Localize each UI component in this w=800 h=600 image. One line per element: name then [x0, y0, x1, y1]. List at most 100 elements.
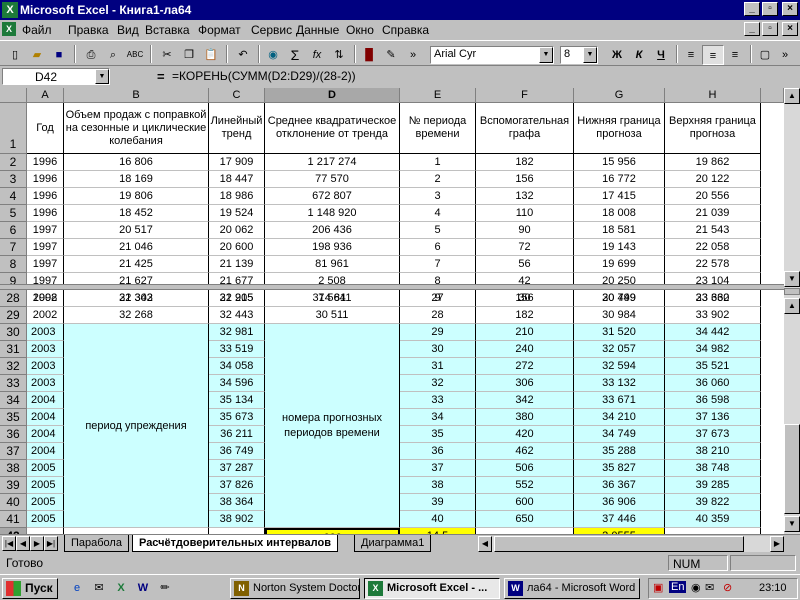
- row-header[interactable]: 34: [0, 392, 27, 409]
- save-icon[interactable]: ■: [48, 45, 70, 65]
- table-cell[interactable]: 420: [476, 426, 574, 443]
- table-cell[interactable]: 38 748: [665, 460, 761, 477]
- column-title-d[interactable]: Среднее квадратическое отклонение от тре…: [265, 103, 400, 154]
- table-cell[interactable]: 20 600: [209, 239, 265, 256]
- next-sheet-icon[interactable]: ▶: [30, 536, 44, 551]
- table-cell[interactable]: 37 287: [209, 460, 265, 477]
- scroll-left-icon[interactable]: ◀: [478, 536, 492, 552]
- table-cell[interactable]: 31 343: [64, 290, 209, 307]
- chart-wizard-icon[interactable]: ▐▌: [358, 45, 380, 65]
- menu-edit[interactable]: Правка: [68, 23, 109, 37]
- table-cell[interactable]: 34 749: [574, 426, 665, 443]
- table-cell[interactable]: 39 822: [665, 494, 761, 511]
- table-cell[interactable]: 2: [400, 171, 476, 188]
- preview-icon[interactable]: ⌕: [102, 45, 124, 65]
- table-cell[interactable]: 156: [476, 171, 574, 188]
- table-cell[interactable]: 40 359: [665, 511, 761, 528]
- doc-close-button[interactable]: ×: [782, 22, 798, 36]
- table-cell[interactable]: 30 449: [574, 290, 665, 307]
- row-header[interactable]: 29: [0, 307, 27, 324]
- tab-chart1[interactable]: Диаграмма1: [354, 535, 432, 552]
- merged-cell-forecast-numbers[interactable]: номера прогнозных периодов времени: [265, 324, 400, 528]
- table-cell[interactable]: 30 984: [574, 307, 665, 324]
- table-cell[interactable]: 1996: [27, 171, 64, 188]
- table-cell[interactable]: 17 415: [574, 188, 665, 205]
- row-header[interactable]: 4: [0, 188, 27, 205]
- row-header[interactable]: 7: [0, 239, 27, 256]
- menu-format[interactable]: Формат: [198, 23, 241, 37]
- sort-icon[interactable]: ⇅: [328, 45, 350, 65]
- table-cell[interactable]: 36 598: [665, 392, 761, 409]
- table-cell[interactable]: 20 062: [209, 222, 265, 239]
- table-cell[interactable]: 650: [476, 511, 574, 528]
- workbook-icon[interactable]: X: [2, 22, 16, 36]
- merged-cell-forecast-period[interactable]: период упреждения: [64, 324, 209, 528]
- menu-view[interactable]: Вид: [117, 23, 139, 37]
- table-cell[interactable]: 600: [476, 494, 574, 511]
- table-cell[interactable]: 33 519: [209, 341, 265, 358]
- col-header-c[interactable]: C: [209, 88, 265, 103]
- more-buttons-icon[interactable]: »: [402, 45, 424, 65]
- table-cell[interactable]: 2005: [27, 494, 64, 511]
- table-cell[interactable]: 2002: [27, 307, 64, 324]
- table-cell[interactable]: 132: [476, 188, 574, 205]
- table-cell[interactable]: 34: [400, 409, 476, 426]
- table-cell[interactable]: 33 360: [665, 290, 761, 307]
- horizontal-scrollbar[interactable]: ◀ ▶: [478, 536, 784, 552]
- task-excel[interactable]: X Microsoft Excel - ...: [364, 578, 500, 599]
- table-cell[interactable]: 21 039: [665, 205, 761, 222]
- table-cell[interactable]: 16 772: [574, 171, 665, 188]
- borders-icon[interactable]: ▢: [754, 45, 776, 65]
- table-cell[interactable]: 31: [400, 358, 476, 375]
- table-cell[interactable]: 1 217 274: [265, 154, 400, 171]
- speaker-icon[interactable]: ◉: [691, 581, 701, 594]
- table-cell[interactable]: 34 596: [209, 375, 265, 392]
- col-header-g[interactable]: G: [574, 88, 665, 103]
- table-cell[interactable]: 37: [400, 460, 476, 477]
- underline-button[interactable]: Ч: [650, 45, 672, 65]
- vertical-scrollbar[interactable]: ▲ ▼ ▲ ▼: [784, 88, 800, 534]
- start-button[interactable]: Пуск: [2, 578, 58, 599]
- table-cell[interactable]: 506: [476, 460, 574, 477]
- doc-restore-button[interactable]: ▫: [762, 22, 778, 36]
- row-header[interactable]: 28: [0, 290, 27, 307]
- table-cell[interactable]: 342: [476, 392, 574, 409]
- quick-launch-icon[interactable]: ✏: [154, 578, 176, 598]
- table-cell[interactable]: 6: [400, 239, 476, 256]
- scroll-down-icon[interactable]: ▼: [784, 271, 800, 287]
- menu-insert[interactable]: Вставка: [145, 23, 190, 37]
- table-cell[interactable]: 182: [476, 307, 574, 324]
- hscroll-thumb[interactable]: [494, 536, 744, 552]
- table-cell[interactable]: 20 556: [665, 188, 761, 205]
- table-cell[interactable]: 2005: [27, 460, 64, 477]
- table-cell[interactable]: 1: [400, 154, 476, 171]
- table-cell[interactable]: 38 364: [209, 494, 265, 511]
- font-size-select[interactable]: 8 ▼: [560, 46, 598, 64]
- table-cell[interactable]: 2003: [27, 358, 64, 375]
- table-cell[interactable]: 19 143: [574, 239, 665, 256]
- table-cell[interactable]: 18 008: [574, 205, 665, 222]
- table-cell[interactable]: 1996: [27, 205, 64, 222]
- col-header-b[interactable]: B: [64, 88, 209, 103]
- table-cell[interactable]: 90: [476, 222, 574, 239]
- menu-tools[interactable]: Сервис: [251, 23, 292, 37]
- table-cell[interactable]: 2004: [27, 426, 64, 443]
- col-header-extra[interactable]: [761, 88, 784, 103]
- tray-icon[interactable]: ▣: [653, 581, 663, 594]
- align-right-icon[interactable]: ≡: [724, 45, 746, 65]
- table-cell[interactable]: 56: [476, 256, 574, 273]
- table-cell[interactable]: 18 986: [209, 188, 265, 205]
- table-cell[interactable]: 19 524: [209, 205, 265, 222]
- table-cell[interactable]: 2002: [27, 290, 64, 307]
- table-cell[interactable]: 34 982: [665, 341, 761, 358]
- table-cell[interactable]: 16 806: [64, 154, 209, 171]
- excel-quick-icon[interactable]: X: [110, 578, 132, 598]
- table-cell[interactable]: 306: [476, 375, 574, 392]
- table-cell[interactable]: 672 807: [265, 188, 400, 205]
- table-cell[interactable]: 110: [476, 205, 574, 222]
- table-cell[interactable]: 2005: [27, 477, 64, 494]
- row-header[interactable]: 6: [0, 222, 27, 239]
- chevron-down-icon[interactable]: ▼: [583, 47, 597, 63]
- last-sheet-icon[interactable]: ▶|: [44, 536, 58, 551]
- task-word[interactable]: W ла64 - Microsoft Word: [504, 578, 640, 599]
